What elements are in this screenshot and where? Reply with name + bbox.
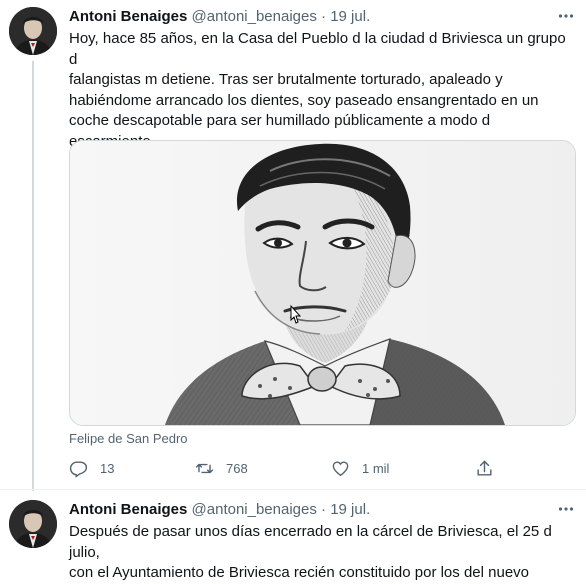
like-icon: [332, 460, 349, 476]
thread-line: [32, 61, 34, 491]
tweet-header: Antoni Benaiges @antoni_benaiges · 19 ju…: [69, 500, 370, 520]
share-button[interactable]: [475, 457, 494, 479]
header-separator: ·: [321, 501, 327, 518]
retweet-icon: [195, 463, 214, 473]
reply-count: 13: [100, 460, 115, 476]
reply-icon: [69, 460, 88, 478]
tweet-2[interactable]: Antoni Benaiges @antoni_benaiges · 19 ju…: [0, 500, 586, 581]
like-button[interactable]: 1 mil: [331, 457, 389, 479]
share-icon: [477, 460, 492, 476]
retweet-button[interactable]: 768: [195, 457, 248, 479]
tweet-text-line: Después de pasar unos días encerrado en …: [69, 523, 552, 561]
avatar-portrait-icon: [9, 7, 57, 55]
author-name[interactable]: Antoni Benaiges: [69, 8, 187, 25]
avatar-portrait-icon: [9, 500, 57, 548]
tweet-divider: [0, 489, 586, 490]
author-handle[interactable]: @antoni_benaiges: [192, 501, 317, 518]
like-count: 1 mil: [362, 460, 390, 476]
portrait-sketch-image: [70, 141, 575, 425]
more-icon[interactable]: [554, 500, 578, 520]
more-icon[interactable]: [554, 7, 578, 27]
header-separator: ·: [321, 8, 327, 25]
reply-button[interactable]: 13: [69, 457, 114, 479]
tweet-actions: 13 768 1 mil: [69, 457, 575, 479]
retweet-count: 768: [226, 460, 248, 476]
tweet-media-image[interactable]: [69, 140, 576, 426]
tweet-date[interactable]: 19 jul.: [330, 501, 370, 518]
tweet-text: Después de pasar unos días encerrado en …: [69, 522, 575, 584]
media-caption[interactable]: Felipe de San Pedro: [69, 431, 188, 446]
tweet-1[interactable]: Antoni Benaiges @antoni_benaiges · 19 ju…: [0, 7, 586, 491]
tweet-text-line: habiéndome arrancado los dientes, soy pa…: [69, 91, 539, 109]
tweet-text-line: con el Ayuntamiento de Briviesca recién …: [69, 564, 529, 581]
tweet-text: Hoy, hace 85 años, en la Casa del Pueblo…: [69, 29, 575, 152]
author-handle[interactable]: @antoni_benaiges: [192, 8, 317, 25]
tweet-text-line: Hoy, hace 85 años, en la Casa del Pueblo…: [69, 30, 566, 68]
avatar[interactable]: [9, 500, 57, 548]
author-name[interactable]: Antoni Benaiges: [69, 501, 187, 518]
tweet-text-line: falangistas m detiene. Tras ser brutalme…: [69, 71, 503, 88]
tweet-header: Antoni Benaiges @antoni_benaiges · 19 ju…: [69, 7, 370, 27]
avatar[interactable]: [9, 7, 57, 55]
tweet-date[interactable]: 19 jul.: [330, 8, 370, 25]
tweet-text-line: coche descapotable para ser humillado pú…: [69, 112, 491, 129]
